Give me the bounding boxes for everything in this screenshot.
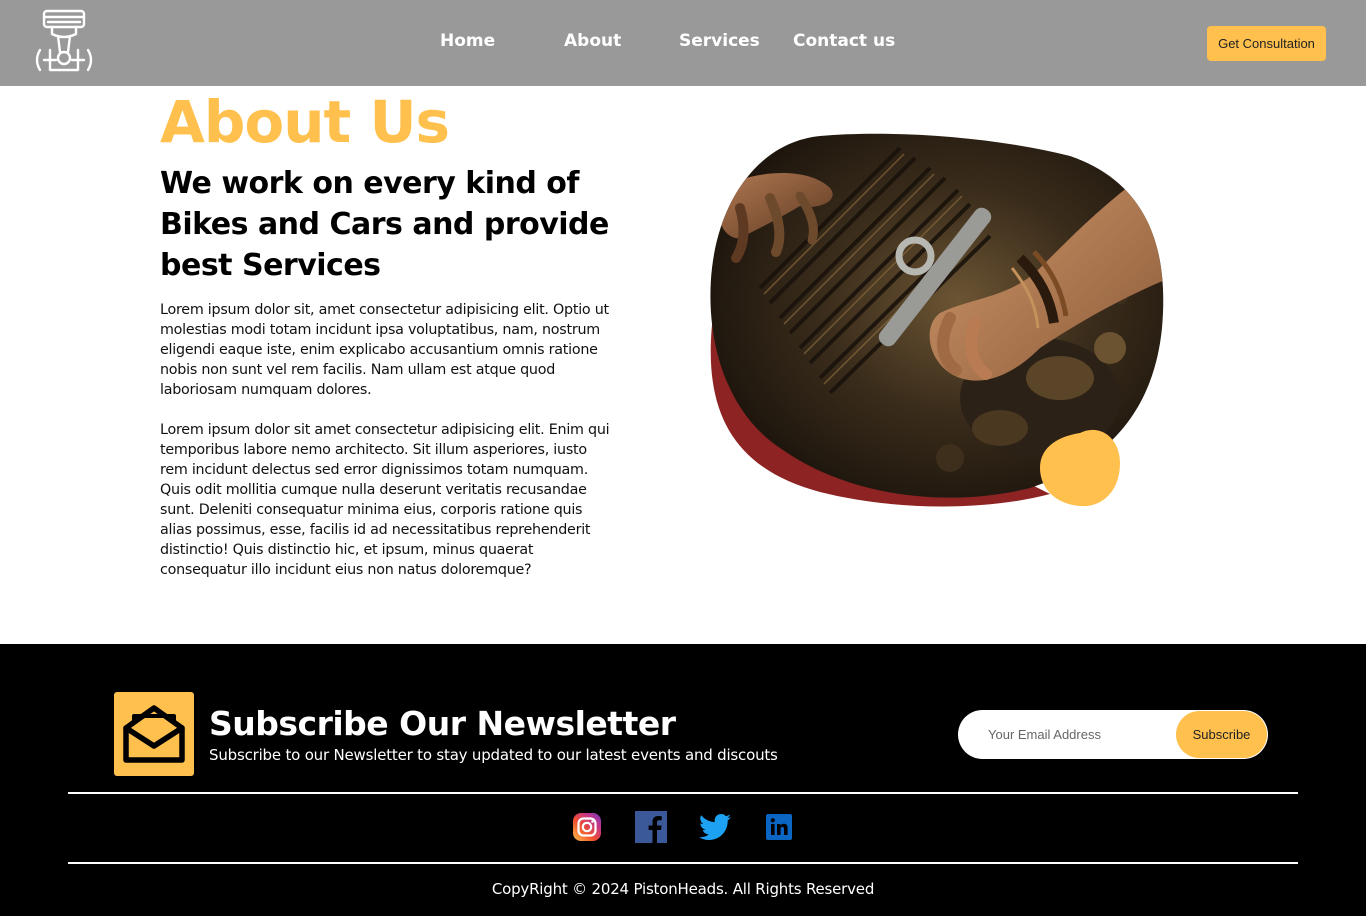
newsletter-subtitle: Subscribe to our Newsletter to stay upda… <box>209 746 778 764</box>
nav-link-contact[interactable]: Contact us <box>793 31 895 51</box>
about-paragraph-1: Lorem ipsum dolor sit, amet consectetur … <box>160 302 609 398</box>
nav-link-about[interactable]: About <box>564 31 621 51</box>
mail-icon <box>114 692 194 776</box>
instagram-icon[interactable] <box>570 810 604 844</box>
newsletter-title: Subscribe Our Newsletter <box>209 704 676 743</box>
footer-divider-top <box>68 792 1298 794</box>
footer-divider-bottom <box>68 862 1298 864</box>
subscribe-form: Subscribe <box>958 710 1268 759</box>
facebook-icon[interactable] <box>634 810 668 844</box>
email-input[interactable] <box>980 710 1170 759</box>
nav-link-home[interactable]: Home <box>440 31 495 51</box>
copyright-text: CopyRight © 2024 PistonHeads. All Rights… <box>491 880 875 898</box>
twitter-icon[interactable] <box>698 810 732 844</box>
about-subtitle: We work on every kind of Bikes and Cars … <box>160 166 609 283</box>
mechanic-engine-photo <box>700 128 1170 513</box>
footer: Subscribe Our Newsletter Subscribe to ou… <box>0 644 1366 916</box>
navbar: Home About Services Contact us Get Consu… <box>0 0 1366 86</box>
about-title: About Us <box>160 88 450 156</box>
get-consultation-button[interactable]: Get Consultation <box>1207 26 1326 61</box>
nav-link-services[interactable]: Services <box>679 31 760 51</box>
subscribe-button[interactable]: Subscribe <box>1176 711 1267 758</box>
nav-menu: Home About Services Contact us <box>0 0 1366 86</box>
about-paragraph-2: Lorem ipsum dolor sit amet consectetur a… <box>160 422 610 578</box>
linkedin-icon[interactable] <box>762 810 796 844</box>
